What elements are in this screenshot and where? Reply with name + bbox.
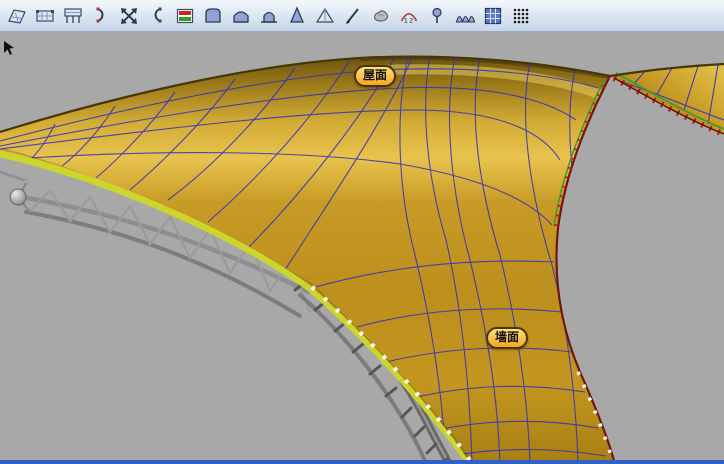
grid-surface-icon — [482, 5, 504, 27]
curtain-tool-button[interactable] — [451, 2, 478, 29]
curve-bracket-tool-button[interactable] — [87, 2, 114, 29]
cone-icon — [286, 5, 308, 27]
panel-posts-tool-button[interactable] — [59, 2, 86, 29]
tilted-panel-icon — [6, 5, 28, 27]
wall-label[interactable]: 墙面 — [486, 327, 528, 349]
viewport-3d[interactable]: 屋面 墙面 — [0, 32, 724, 464]
panel-posts-icon — [62, 5, 84, 27]
curve-bracket-2-icon — [146, 5, 168, 27]
point-grid-tool-button[interactable] — [507, 2, 534, 29]
svg-text:1 2: 1 2 — [404, 17, 413, 24]
pin-tool-button[interactable] — [423, 2, 450, 29]
scene-canvas[interactable] — [0, 32, 724, 464]
rock-icon — [370, 5, 392, 27]
colored-panel-icon — [174, 5, 196, 27]
arch-icon — [230, 5, 252, 27]
roof-label[interactable]: 屋面 — [354, 65, 396, 87]
point-grid-icon — [510, 5, 532, 27]
curve-bracket-icon — [90, 5, 112, 27]
tilted-panel-tool-button[interactable] — [3, 2, 30, 29]
blue-solid-tool-button[interactable] — [199, 2, 226, 29]
cross-arrows-icon — [118, 5, 140, 27]
truss-ball-node — [10, 189, 26, 205]
dome-icon — [258, 5, 280, 27]
viewport-cursor-icon — [2, 40, 16, 56]
dome-tool-button[interactable] — [255, 2, 282, 29]
pyramid-icon — [314, 5, 336, 27]
panel-grid-tool-button[interactable] — [31, 2, 58, 29]
cross-arrows-tool-button[interactable] — [115, 2, 142, 29]
colored-panel-tool-button[interactable] — [171, 2, 198, 29]
arch-tool-button[interactable] — [227, 2, 254, 29]
polyline-icon — [342, 5, 364, 27]
bottom-blue-bar — [0, 460, 724, 464]
cone-tool-button[interactable] — [283, 2, 310, 29]
main-toolbar: 1 2 — [0, 0, 724, 32]
curve-bracket-2-tool-button[interactable] — [143, 2, 170, 29]
arc-divide-icon: 1 2 — [398, 5, 420, 27]
pyramid-tool-button[interactable] — [311, 2, 338, 29]
panel-grid-icon — [34, 5, 56, 27]
rock-tool-button[interactable] — [367, 2, 394, 29]
polyline-tool-button[interactable] — [339, 2, 366, 29]
curtain-icon — [454, 5, 476, 27]
blue-solid-icon — [202, 5, 224, 27]
pin-icon — [426, 5, 448, 27]
arc-divide-tool-button[interactable]: 1 2 — [395, 2, 422, 29]
grid-surface-tool-button[interactable] — [479, 2, 506, 29]
